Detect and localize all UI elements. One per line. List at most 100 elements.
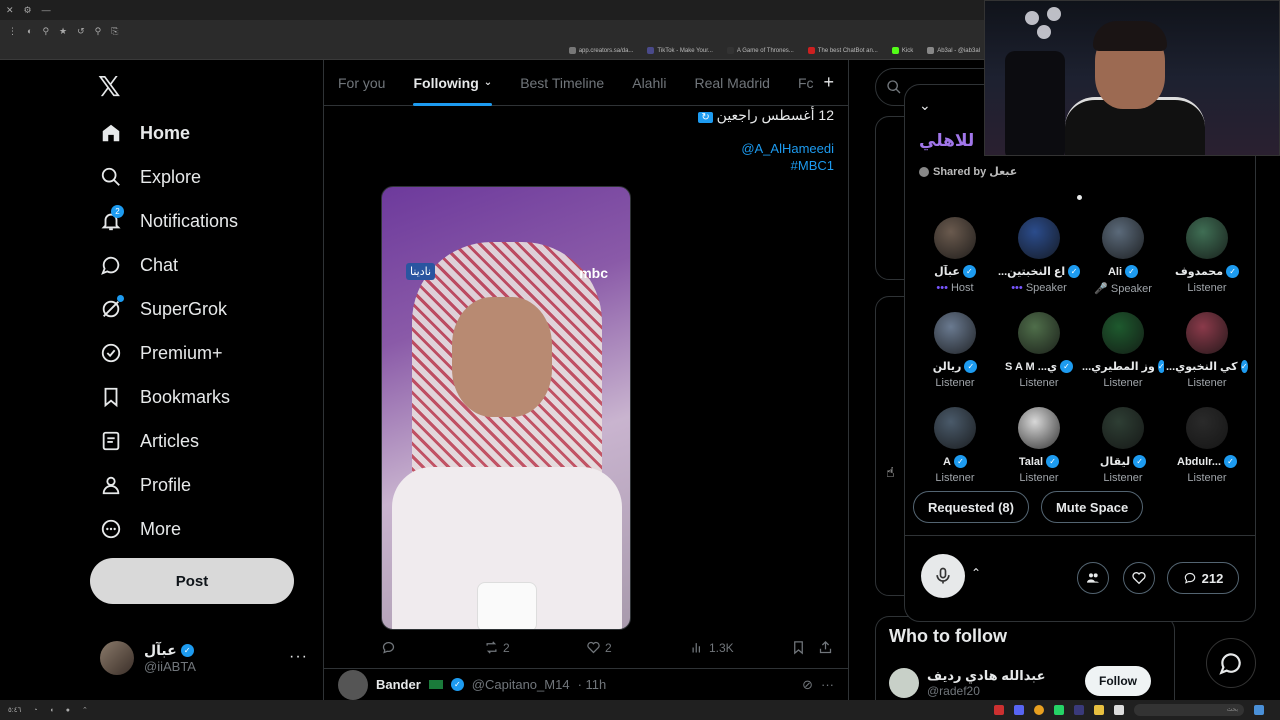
star-icon[interactable]: ★ xyxy=(59,26,67,37)
space-participant[interactable]: Abdulr... ✓ Listener xyxy=(1165,407,1249,494)
tab-label: Best Timeline xyxy=(520,74,605,91)
menu-icon[interactable]: ⋮ xyxy=(8,26,17,37)
space-participant[interactable]: Ali ✓ 🎤 Speaker xyxy=(1081,217,1165,304)
avatar xyxy=(934,312,976,354)
retweet-button[interactable]: 2 xyxy=(484,640,510,655)
space-participant[interactable]: ريالن ✓ Listener xyxy=(913,312,997,399)
volume-icon[interactable]: ◖ xyxy=(49,707,53,714)
profile-icon-small[interactable]: ◐ xyxy=(27,26,32,36)
space-participant[interactable]: ليقال ✓ Listener xyxy=(1081,407,1165,494)
chevron-up-icon[interactable]: ⌃ xyxy=(971,566,981,580)
app-icon[interactable] xyxy=(1074,705,1084,715)
minimize-icon[interactable]: — xyxy=(42,5,51,15)
avatar xyxy=(1018,312,1060,354)
extension-icon[interactable]: ⚲ xyxy=(42,26,49,37)
add-tab-icon[interactable]: + xyxy=(818,72,835,93)
collapse-chevron-icon[interactable]: ⌄ xyxy=(919,97,931,114)
space-participant[interactable]: ...وز المطيري ✓ Listener xyxy=(1081,312,1165,399)
participant-role: Listener xyxy=(1187,472,1226,484)
avatar xyxy=(1018,407,1060,449)
nav-supergrok[interactable]: SuperGrok xyxy=(100,287,227,331)
post-button[interactable]: Post xyxy=(90,558,294,604)
wifi-icon[interactable]: ◔ xyxy=(33,707,37,714)
nav-bookmarks[interactable]: Bookmarks xyxy=(100,375,230,419)
nav-more[interactable]: More xyxy=(100,507,181,551)
bookmark-item[interactable]: app.creators.sa/da... xyxy=(568,47,634,54)
bookmark-item[interactable]: TikTok - Make Your... xyxy=(647,47,713,54)
bookmark-item[interactable]: Ab3al - @iab3al xyxy=(927,47,980,54)
articles-icon xyxy=(102,431,120,451)
account-more-icon[interactable]: ··· xyxy=(289,648,308,666)
bookmark-button[interactable] xyxy=(791,640,806,655)
nav-notifications-label: Notifications xyxy=(140,210,239,231)
grok-icon[interactable]: ⊘ xyxy=(802,677,813,693)
verified-badge-icon: ✓ xyxy=(1226,265,1240,278)
chevron-up-icon[interactable]: ⌃ xyxy=(82,706,88,714)
space-participant[interactable]: Talal ✓ Listener xyxy=(997,407,1081,494)
show-logo: نادينا xyxy=(406,263,436,280)
close-window-icon[interactable]: ✕ xyxy=(6,5,14,16)
nav-premium[interactable]: Premium+ xyxy=(100,331,223,375)
nav-chat[interactable]: Chat xyxy=(100,243,178,287)
follow-suggestion[interactable]: عبدالله هادي رديف @radef20 Follow xyxy=(889,666,1169,700)
history-icon[interactable]: ↺ xyxy=(77,26,85,37)
zoom-icon[interactable]: ⚲ xyxy=(95,26,102,37)
folder-icon[interactable] xyxy=(1094,705,1104,715)
tab-real-madrid[interactable]: Real Madrid xyxy=(680,60,783,106)
tab-alahli[interactable]: Alahli xyxy=(618,60,680,106)
participant-name: ...كي النخبوي ✓ xyxy=(1166,360,1248,373)
people-button[interactable] xyxy=(1077,562,1109,594)
follow-button[interactable]: Follow xyxy=(1085,666,1151,696)
mute-space-button[interactable]: Mute Space xyxy=(1040,491,1144,523)
tab-fc[interactable]: Fc xyxy=(784,60,818,106)
mic-tray-icon[interactable]: ● xyxy=(66,707,70,714)
comments-button[interactable]: 212 xyxy=(1167,562,1239,594)
like-button[interactable]: 2 xyxy=(586,640,612,655)
space-participant[interactable]: S A M ...ي ✓ Listener xyxy=(997,312,1081,399)
space-participant[interactable]: ...اع النخبتين ✓ ••• Speaker xyxy=(997,217,1081,304)
taskbar-search[interactable]: بحث xyxy=(1134,704,1244,716)
app-icon[interactable] xyxy=(994,705,1004,715)
nav-home[interactable]: Home xyxy=(100,111,190,155)
nav-more-label: More xyxy=(140,518,182,539)
reply-button[interactable] xyxy=(381,640,396,655)
bookmark-label: app.creators.sa/da... xyxy=(578,47,634,54)
space-participant[interactable]: محمدوف ✓ Listener xyxy=(1165,217,1249,304)
nav-profile[interactable]: Profile xyxy=(100,463,191,507)
space-participant[interactable]: ...كي النخبوي ✓ Listener xyxy=(1165,312,1249,399)
nav-explore[interactable]: Explore xyxy=(100,155,201,199)
messages-fab[interactable] xyxy=(1206,638,1256,688)
tab-best-timeline[interactable]: Best Timeline xyxy=(506,60,618,106)
space-participant[interactable]: عبآل ✓ ••• Host xyxy=(913,217,997,304)
requested-button[interactable]: Requested (8) xyxy=(913,491,1029,523)
discord-icon[interactable] xyxy=(1014,705,1024,715)
tweet-hashtag[interactable]: #MBC1 xyxy=(791,158,834,173)
bookmark-item[interactable]: Kick xyxy=(891,47,913,54)
react-button[interactable] xyxy=(1123,562,1155,594)
tab-following[interactable]: Following ⌄ xyxy=(399,60,506,106)
chrome-icon[interactable] xyxy=(1034,705,1044,715)
share-icon[interactable]: ⎘ xyxy=(111,26,118,37)
tweet-mention[interactable]: @A_AlHameedi xyxy=(741,141,834,156)
next-tweet-header[interactable]: Bander ✓ @Capitano_M14 · 11h ⊘ ··· xyxy=(324,668,848,700)
share-button[interactable] xyxy=(818,640,833,655)
windows-start-icon[interactable] xyxy=(1254,705,1264,715)
flag-icon xyxy=(428,680,443,689)
tweet-more-icon[interactable]: ··· xyxy=(821,677,834,692)
app-icon[interactable] xyxy=(1114,705,1124,715)
bookmark-favicon-icon xyxy=(891,47,899,54)
mic-button[interactable] xyxy=(921,554,965,598)
space-participant[interactable]: A ✓ Listener xyxy=(913,407,997,494)
x-logo[interactable]: 𝕏 xyxy=(98,70,121,103)
nav-notifications[interactable]: 2 Notifications xyxy=(100,199,238,243)
taskbar: ٥:٤٦ ◔ ◖ ● ⌃ بحث xyxy=(0,700,1280,720)
account-switcher[interactable]: عبآل ✓ @iiABTA ··· xyxy=(100,638,308,678)
views-button[interactable]: 1.3K xyxy=(690,640,734,655)
whatsapp-icon[interactable] xyxy=(1054,705,1064,715)
bookmark-item[interactable]: A Game of Thrones... xyxy=(726,47,794,54)
bookmark-item[interactable]: The best ChatBot an... xyxy=(807,47,878,54)
tweet-video[interactable]: mbc نادينا xyxy=(381,186,631,630)
nav-articles[interactable]: Articles xyxy=(100,419,199,463)
tab-for-you[interactable]: For you xyxy=(324,60,399,106)
settings-icon[interactable]: ⚙ xyxy=(24,5,32,16)
